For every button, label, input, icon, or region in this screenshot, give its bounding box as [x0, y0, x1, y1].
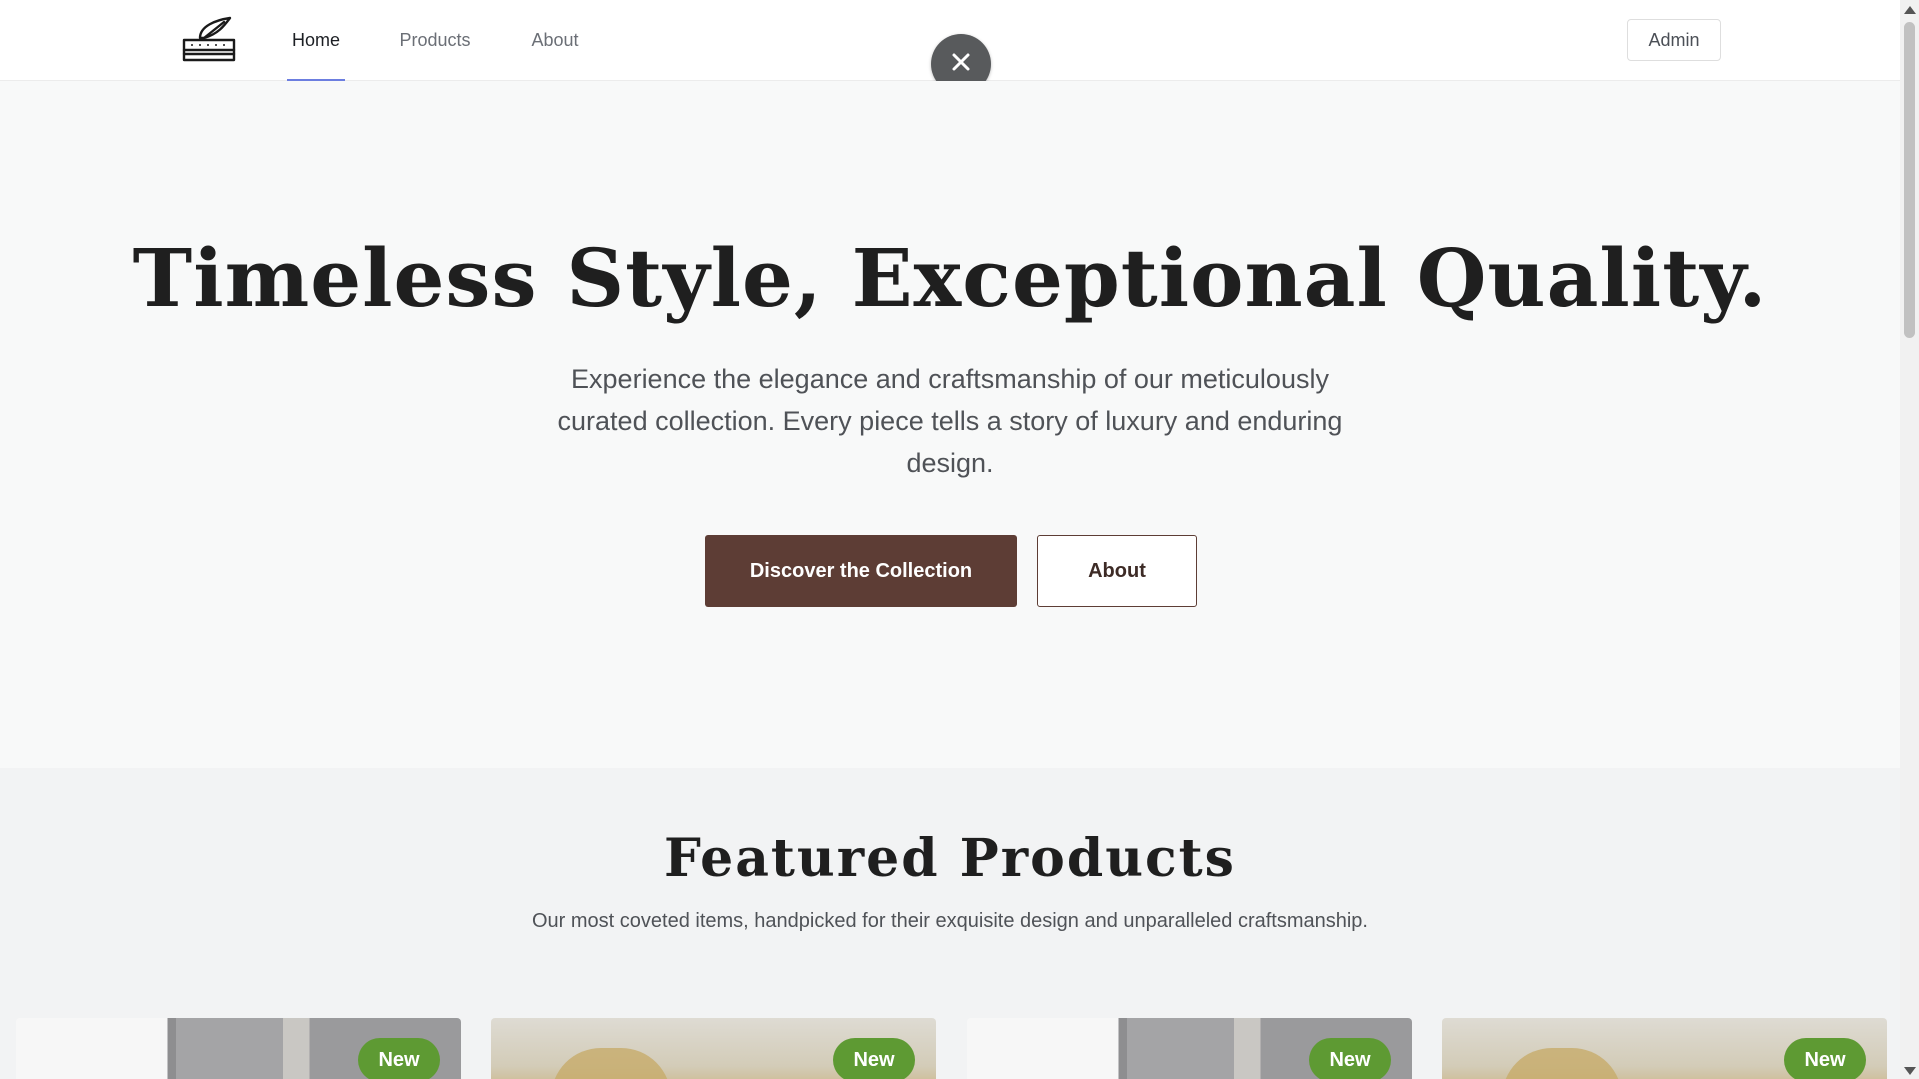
page: Home Products About Admin Timeless Style… — [0, 0, 1900, 1079]
nav-home[interactable]: Home — [287, 0, 345, 81]
discover-collection-button[interactable]: Discover the Collection — [705, 535, 1017, 607]
nav-about[interactable]: About — [528, 0, 582, 81]
admin-button-label: Admin — [1648, 29, 1700, 50]
new-badge: New — [1309, 1038, 1391, 1079]
hero-subtitle: Experience the elegance and craftsmanshi… — [557, 364, 1343, 478]
product-image — [1502, 1048, 1622, 1079]
featured-title: Featured Products — [664, 828, 1236, 889]
new-badge: New — [833, 1038, 915, 1079]
scroll-up-arrow-icon[interactable] — [1904, 6, 1916, 14]
featured-subtitle: Our most coveted items, handpicked for t… — [531, 910, 1368, 932]
featured-products-section: Featured Products Our most coveted items… — [0, 768, 1900, 1079]
mattress-logo-icon[interactable] — [178, 14, 240, 66]
scrollbar-thumb[interactable] — [1904, 22, 1915, 338]
nav-home-label: Home — [291, 30, 340, 50]
product-card[interactable]: New — [967, 1018, 1412, 1079]
nav-products[interactable]: Products — [396, 0, 474, 81]
discover-collection-label: Discover the Collection — [749, 559, 973, 582]
product-card[interactable]: New — [16, 1018, 461, 1079]
product-image — [551, 1048, 671, 1079]
product-card[interactable]: New — [491, 1018, 936, 1079]
about-button-label: About — [1088, 559, 1146, 582]
nav-products-label: Products — [399, 30, 471, 50]
new-badge: New — [1784, 1038, 1866, 1079]
vertical-scrollbar[interactable] — [1900, 0, 1919, 1079]
nav-about-label: About — [531, 30, 579, 50]
hero-section: Timeless Style, Exceptional Quality. Exp… — [0, 81, 1900, 768]
about-button[interactable]: About — [1037, 535, 1197, 607]
product-card[interactable]: New — [1442, 1018, 1887, 1079]
admin-button[interactable]: Admin — [1627, 19, 1721, 61]
new-badge: New — [358, 1038, 440, 1079]
scroll-down-arrow-icon[interactable] — [1904, 1067, 1916, 1075]
hero-title: Timeless Style, Exceptional Quality. — [132, 231, 1768, 325]
close-icon — [950, 51, 972, 78]
